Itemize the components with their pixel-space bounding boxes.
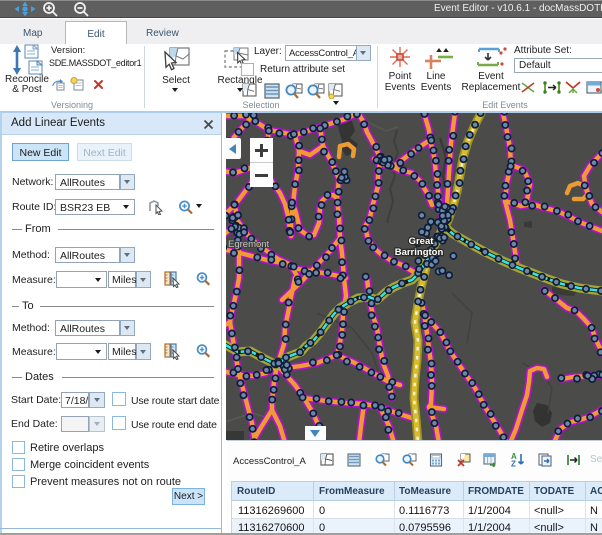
svg-text:Egremont: Egremont: [228, 239, 270, 250]
svg-text:Z: Z: [511, 460, 516, 468]
svg-text:Great: Great: [409, 236, 435, 247]
svg-text:Barrington: Barrington: [395, 247, 444, 258]
